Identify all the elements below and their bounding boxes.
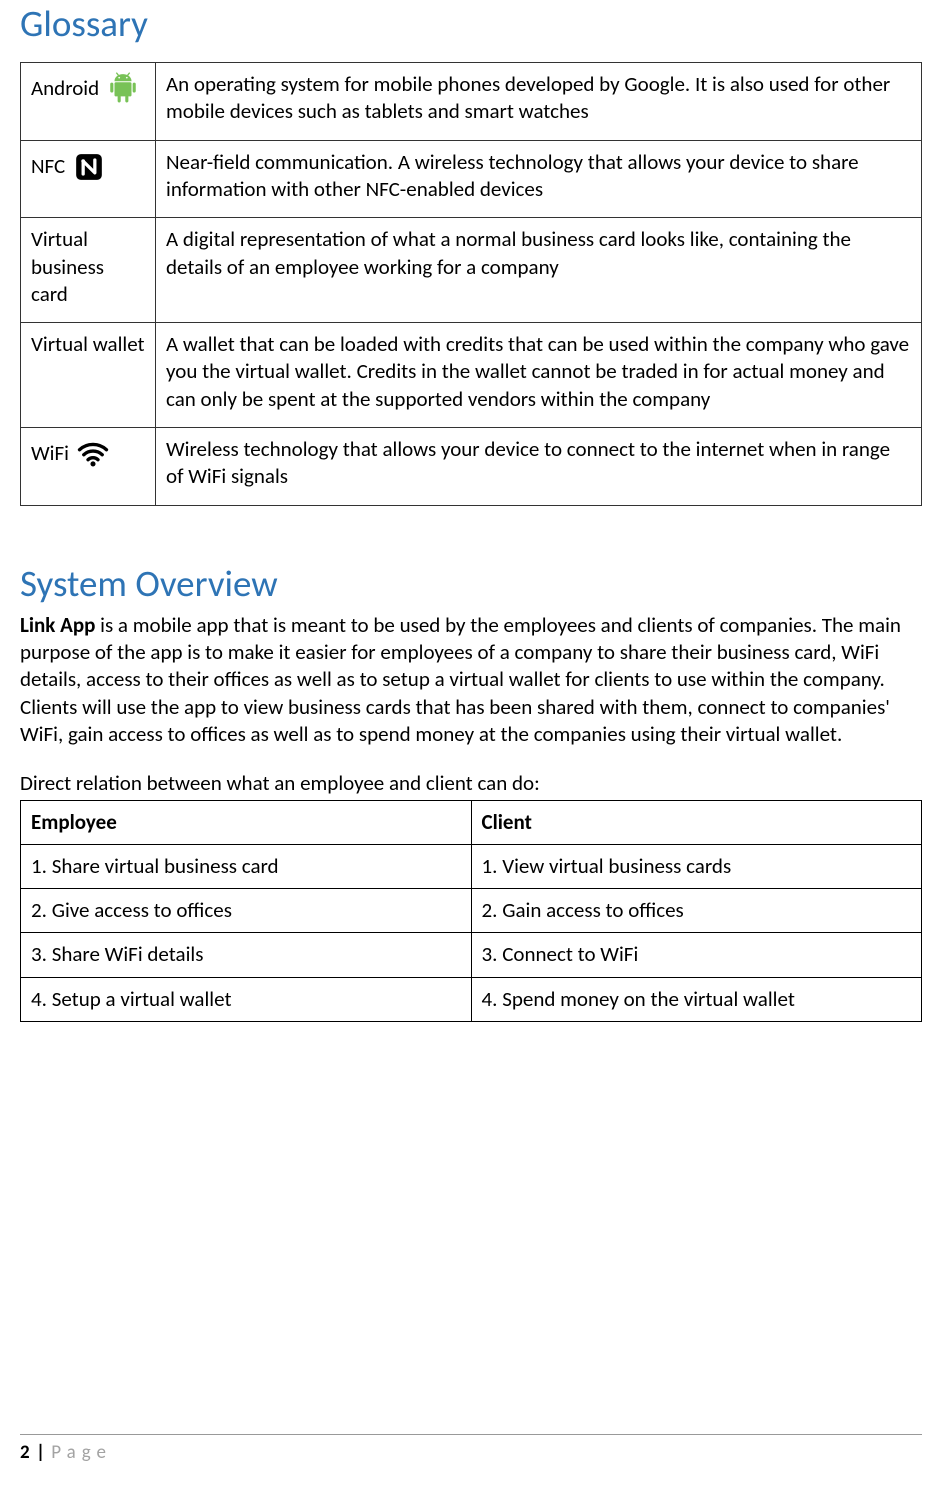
glossary-row: Android An operating system for mobile p… (21, 63, 922, 141)
relation-header-employee: Employee (21, 800, 472, 844)
heading-glossary: Glossary (20, 0, 922, 48)
relation-header-row: Employee Client (21, 800, 922, 844)
page-footer: 2 | Page (20, 1434, 922, 1466)
android-icon (105, 71, 141, 107)
glossary-term: Virtual wallet (31, 331, 145, 357)
glossary-row: Virtual business card A digital represen… (21, 218, 922, 323)
glossary-definition: A digital representation of what a norma… (156, 218, 922, 323)
relation-employee-cell: 1. Share virtual business card (21, 844, 472, 888)
overview-paragraph: Link App is a mobile app that is meant t… (20, 612, 922, 748)
nfc-icon (71, 149, 107, 185)
wifi-icon (75, 436, 111, 472)
footer-page-number: 2 (20, 1441, 30, 1464)
relation-row: 2. Give access to offices 2. Gain access… (21, 889, 922, 933)
relation-table: Employee Client 1. Share virtual busines… (20, 800, 922, 1022)
relation-employee-cell: 3. Share WiFi details (21, 933, 472, 977)
relation-client-cell: 1. View virtual business cards (471, 844, 922, 888)
footer-page-label: Page (51, 1441, 112, 1464)
glossary-term: Virtual business card (31, 226, 104, 307)
relation-employee-cell: 4. Setup a virtual wallet (21, 977, 472, 1021)
relation-client-cell: 4. Spend money on the virtual wallet (471, 977, 922, 1021)
relation-employee-cell: 2. Give access to offices (21, 889, 472, 933)
glossary-definition: A wallet that can be loaded with credits… (156, 323, 922, 428)
overview-rest: is a mobile app that is meant to be used… (20, 612, 901, 747)
glossary-definition: Near-field communication. A wireless tec… (156, 140, 922, 218)
relation-client-cell: 2. Gain access to offices (471, 889, 922, 933)
relation-header-client: Client (471, 800, 922, 844)
relation-row: 1. Share virtual business card 1. View v… (21, 844, 922, 888)
glossary-term: NFC (31, 153, 65, 180)
glossary-table: Android An operating system for mobile p… (20, 62, 922, 506)
glossary-definition: An operating system for mobile phones de… (156, 63, 922, 141)
glossary-row: NFC Near-field communication. A wireless… (21, 140, 922, 218)
glossary-term: WiFi (31, 440, 69, 467)
heading-system-overview: System Overview (20, 560, 922, 608)
glossary-term: Android (31, 75, 99, 102)
relation-row: 3. Share WiFi details 3. Connect to WiFi (21, 933, 922, 977)
glossary-row: Virtual wallet A wallet that can be load… (21, 323, 922, 428)
glossary-definition: Wireless technology that allows your dev… (156, 428, 922, 506)
overview-lead: Link App (20, 612, 95, 638)
footer-separator: | (36, 1441, 45, 1464)
glossary-row: WiFi Wireless technology that allows you… (21, 428, 922, 506)
relation-intro: Direct relation between what an employee… (20, 770, 922, 797)
relation-client-cell: 3. Connect to WiFi (471, 933, 922, 977)
relation-row: 4. Setup a virtual wallet 4. Spend money… (21, 977, 922, 1021)
